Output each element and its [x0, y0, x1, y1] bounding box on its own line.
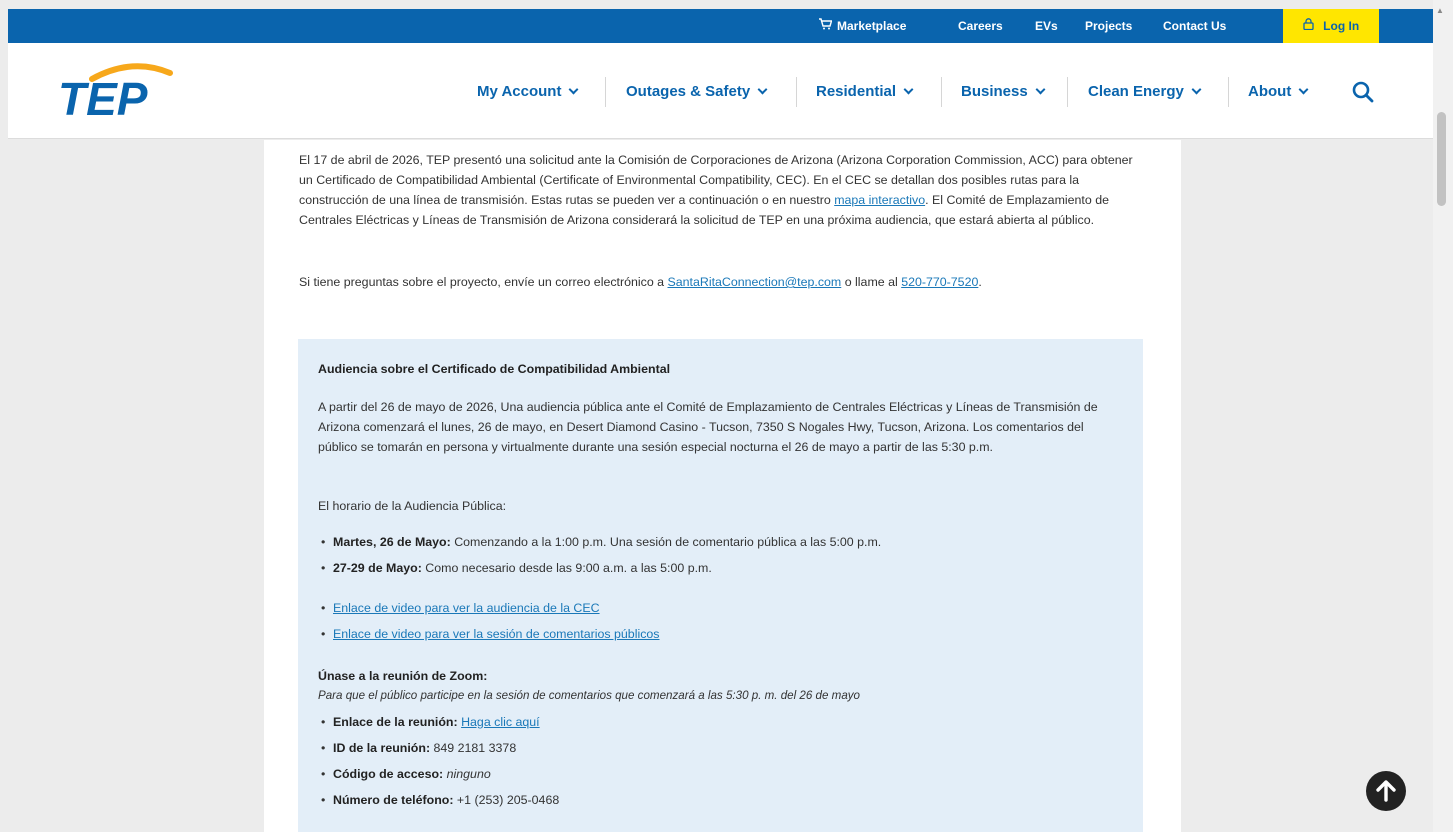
main-header: TEP My Account Outages & Safety Resident… [8, 43, 1433, 139]
phone-label: Número de teléfono: [333, 793, 454, 807]
scrollbar-thumb[interactable] [1437, 112, 1446, 206]
marketplace-link[interactable]: Marketplace [818, 9, 906, 43]
schedule-item: 27-29 de Mayo: Como necesario desde las … [321, 558, 712, 578]
chevron-down-icon [1191, 84, 1202, 95]
zoom-link-item: Enlace de la reunión: Haga clic aquí [321, 712, 540, 732]
evs-link[interactable]: EVs [1035, 9, 1058, 43]
careers-link[interactable]: Careers [958, 9, 1003, 43]
contact-text-cont: o llame al [841, 275, 902, 289]
arrow-up-icon [1376, 780, 1396, 802]
schedule-day: 27-29 de Mayo: [333, 561, 422, 575]
chevron-down-icon [757, 84, 768, 95]
chevron-down-icon [903, 84, 914, 95]
video-link-item: Enlace de video para ver la audiencia de… [321, 598, 600, 618]
nav-about-label: About [1248, 83, 1292, 100]
nav-about[interactable]: About [1248, 81, 1309, 103]
utility-bar: Marketplace Careers EVs Projects Contact… [8, 9, 1433, 43]
nav-outages-label: Outages & Safety [626, 83, 751, 100]
nav-residential[interactable]: Residential [816, 81, 914, 103]
cec-hearing-video-link[interactable]: Enlace de video para ver la audiencia de… [333, 601, 600, 615]
chevron-down-icon [1035, 84, 1046, 95]
lock-icon [1303, 18, 1317, 33]
contact-text-end: . [978, 275, 982, 289]
intro-paragraph: El 17 de abril de 2026, TEP presentó una… [299, 150, 1147, 230]
nav-divider [605, 77, 606, 107]
zoom-click-here-link[interactable]: Haga clic aquí [461, 715, 540, 729]
passcode-item: Código de acceso: ninguno [321, 764, 491, 784]
nav-my-account[interactable]: My Account [477, 81, 579, 103]
nav-divider [796, 77, 797, 107]
login-button[interactable]: Log In [1283, 9, 1379, 43]
schedule-day: Martes, 26 de Mayo: [333, 535, 451, 549]
video-link-item: Enlace de video para ver la sesión de co… [321, 624, 660, 644]
meeting-id-item: ID de la reunión: 849 2181 3378 [321, 738, 517, 758]
projects-link[interactable]: Projects [1085, 9, 1132, 43]
phone-link[interactable]: 520-770-7520 [901, 275, 978, 289]
zoom-link-label: Enlace de la reunión: [333, 715, 458, 729]
marketplace-label: Marketplace [837, 19, 907, 33]
nav-divider [1067, 77, 1068, 107]
back-to-top-button[interactable] [1366, 771, 1406, 811]
meeting-id-label: ID de la reunión: [333, 741, 431, 755]
nav-residential-label: Residential [816, 83, 897, 100]
chevron-down-icon [1298, 84, 1309, 95]
schedule-detail: Comenzando a la 1:00 p.m. Una sesión de … [450, 535, 882, 549]
passcode-value: ninguno [446, 767, 491, 781]
hearing-body: A partir del 26 de mayo de 2026, Una aud… [318, 400, 1098, 454]
scroll-up-icon[interactable]: ▲ [1436, 6, 1444, 15]
zoom-title: Únase a la reunión de Zoom: [318, 669, 488, 683]
nav-business-label: Business [961, 83, 1028, 100]
public-comment-video-link[interactable]: Enlace de video para ver la sesión de co… [333, 627, 659, 641]
nav-clean-energy-label: Clean Energy [1088, 83, 1184, 100]
passcode-label: Código de acceso: [333, 767, 444, 781]
nav-business[interactable]: Business [961, 81, 1046, 103]
nav-clean-energy[interactable]: Clean Energy [1088, 81, 1202, 103]
contact-text: Si tiene preguntas sobre el proyecto, en… [299, 275, 668, 289]
nav-divider [1228, 77, 1229, 107]
nav-outages-safety[interactable]: Outages & Safety [626, 81, 768, 103]
phone-item: Número de teléfono: +1 (253) 205-0468 [321, 790, 560, 810]
login-label: Log In [1323, 19, 1360, 33]
logo-text: TEP [58, 73, 148, 123]
schedule-label: El horario de la Audiencia Pública: [318, 499, 507, 513]
chevron-down-icon [569, 84, 579, 95]
tep-logo[interactable]: TEP [52, 59, 182, 123]
schedule-item: Martes, 26 de Mayo: Comenzando a la 1:00… [321, 532, 882, 552]
contact-us-link[interactable]: Contact Us [1163, 9, 1226, 43]
hearing-title: Audiencia sobre el Certificado de Compat… [318, 362, 671, 376]
cart-icon [818, 9, 833, 43]
zoom-note: Para que el público participe en la sesi… [318, 689, 861, 702]
meeting-id-value: 849 2181 3378 [430, 741, 517, 755]
schedule-detail: Como necesario desde las 9:00 a.m. a las… [421, 561, 712, 575]
nav-divider [941, 77, 942, 107]
search-icon[interactable] [1351, 80, 1375, 104]
contact-paragraph: Si tiene preguntas sobre el proyecto, en… [299, 272, 1147, 292]
email-link[interactable]: SantaRitaConnection@tep.com [668, 275, 842, 289]
nav-my-account-label: My Account [477, 83, 562, 100]
interactive-map-link[interactable]: mapa interactivo [834, 193, 925, 207]
phone-value: +1 (253) 205-0468 [453, 793, 560, 807]
